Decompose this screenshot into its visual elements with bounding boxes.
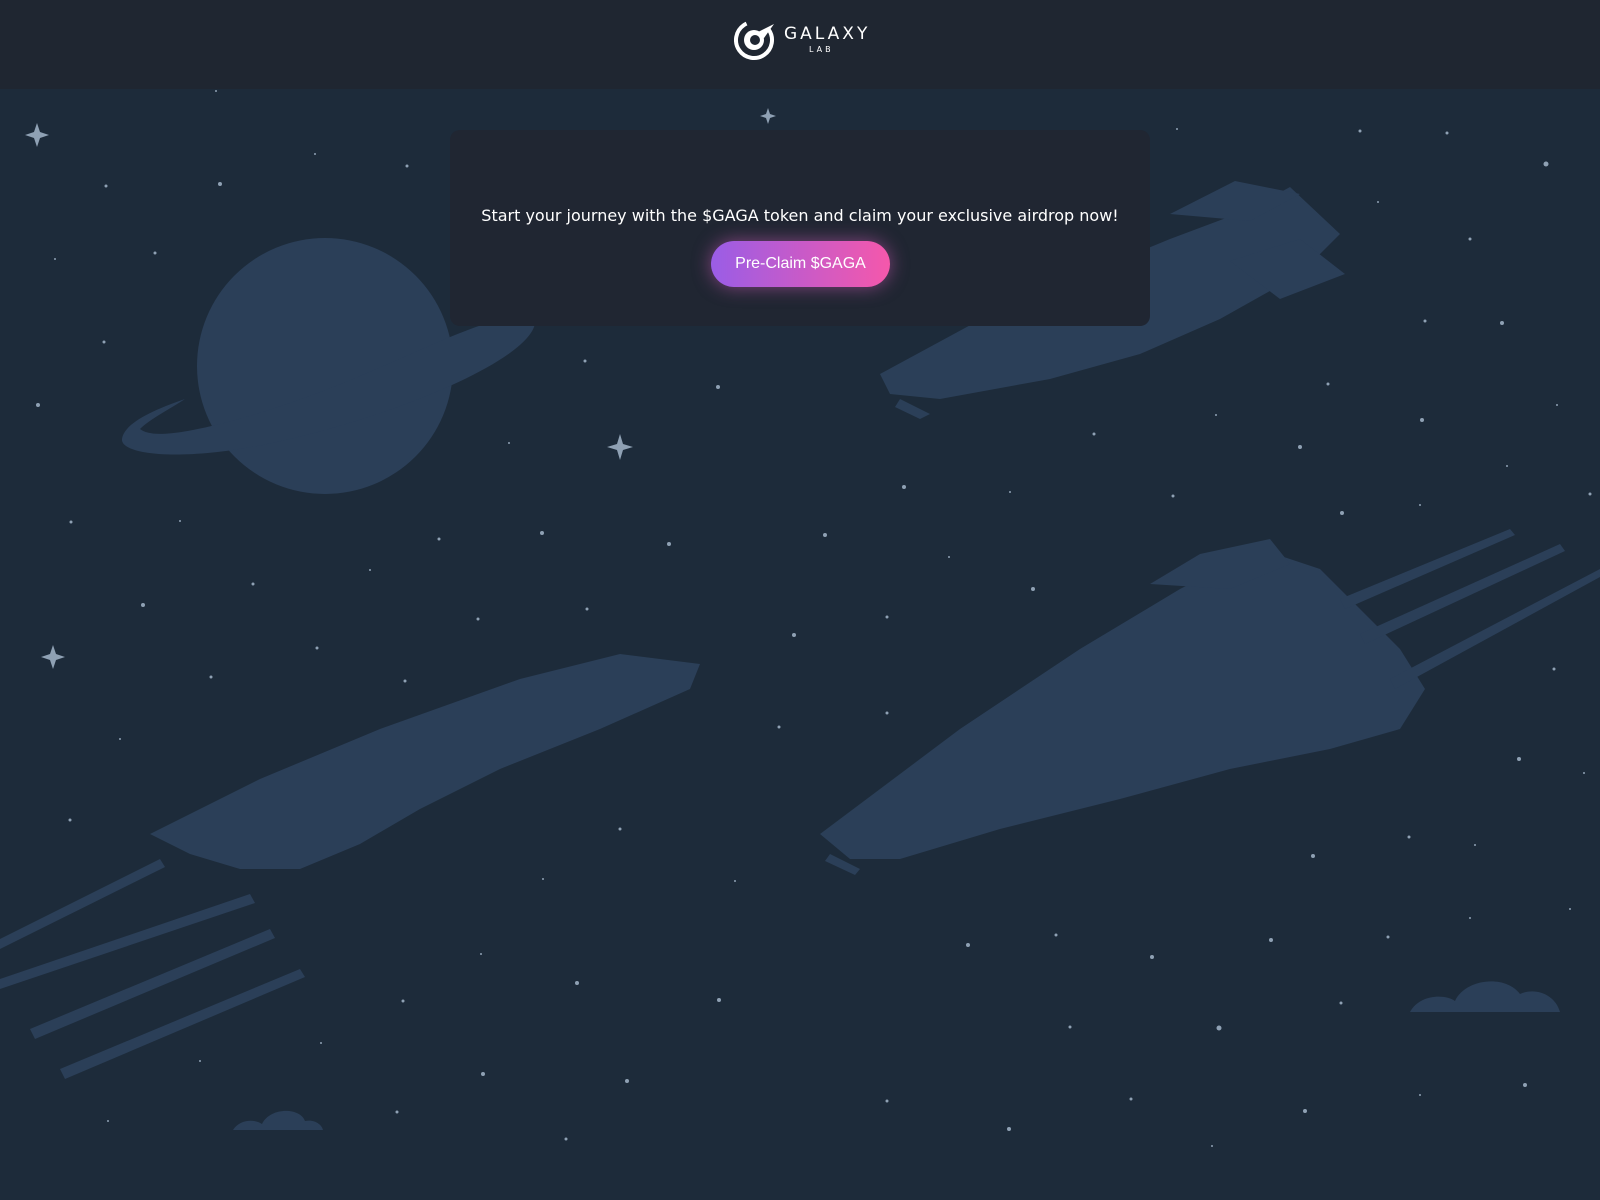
spaceship-bottom-right bbox=[820, 529, 1600, 875]
pre-claim-button[interactable]: Pre-Claim $GAGA bbox=[711, 241, 890, 287]
logo-title: GALAXY bbox=[784, 24, 871, 44]
top-bar: GALAXY LAB bbox=[0, 0, 1600, 89]
logo-subtitle: LAB bbox=[809, 45, 834, 54]
logo[interactable]: GALAXY LAB bbox=[734, 18, 867, 62]
galaxy-lab-logo-icon bbox=[734, 20, 774, 60]
spaceship-bottom-left bbox=[0, 654, 700, 1079]
claim-card: Start your journey with the $GAGA token … bbox=[450, 130, 1150, 326]
clouds bbox=[233, 981, 1560, 1130]
claim-message: Start your journey with the $GAGA token … bbox=[481, 206, 1119, 225]
